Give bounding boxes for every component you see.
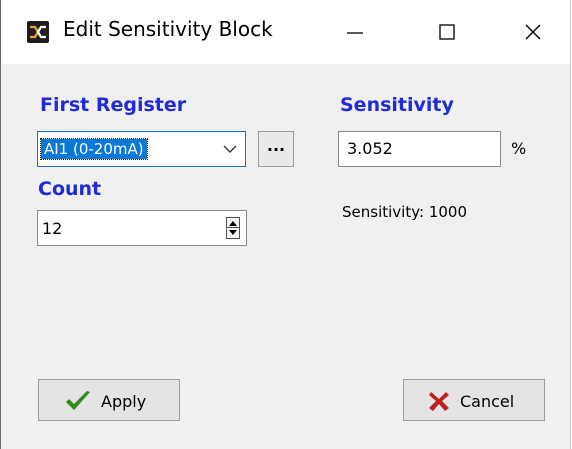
close-icon	[525, 24, 541, 40]
count-stepper[interactable]: 12	[37, 210, 247, 246]
count-value: 12	[42, 219, 63, 238]
spin-down-icon[interactable]	[229, 230, 237, 235]
spin-divider	[227, 227, 239, 228]
minimize-button[interactable]	[333, 12, 377, 54]
count-label: Count	[38, 178, 102, 200]
chevron-down-icon	[223, 145, 237, 153]
maximize-icon	[439, 24, 455, 40]
cancel-button[interactable]: Cancel	[403, 379, 545, 421]
edit-sensitivity-dialog: Edit Sensitivity Block First Register AI…	[0, 0, 571, 449]
x-mark-icon	[429, 392, 449, 411]
minimize-icon	[347, 32, 363, 34]
title-bar[interactable]: Edit Sensitivity Block	[1, 0, 570, 64]
apply-button[interactable]: Apply	[38, 379, 180, 421]
window-title: Edit Sensitivity Block	[63, 17, 273, 41]
close-button[interactable]	[511, 12, 555, 54]
count-spin-buttons[interactable]	[226, 217, 240, 239]
cancel-button-label: Cancel	[460, 392, 515, 411]
browse-register-button[interactable]: ...	[258, 131, 294, 167]
app-logo-icon	[27, 21, 49, 43]
sensitivity-input[interactable]: 3.052	[338, 131, 501, 167]
sensitivity-unit: %	[511, 139, 527, 158]
first-register-dropdown[interactable]: AI1 (0-20mA)	[37, 131, 246, 167]
first-register-label: First Register	[40, 94, 187, 116]
apply-button-label: Apply	[101, 392, 147, 411]
first-register-selected-value: AI1 (0-20mA)	[40, 138, 148, 160]
maximize-button[interactable]	[425, 12, 469, 54]
checkmark-icon	[66, 391, 90, 410]
window-border	[0, 0, 1, 449]
spin-up-icon[interactable]	[229, 221, 237, 226]
sensitivity-label: Sensitivity	[340, 94, 454, 116]
sensitivity-info-text: Sensitivity: 1000	[342, 203, 467, 221]
